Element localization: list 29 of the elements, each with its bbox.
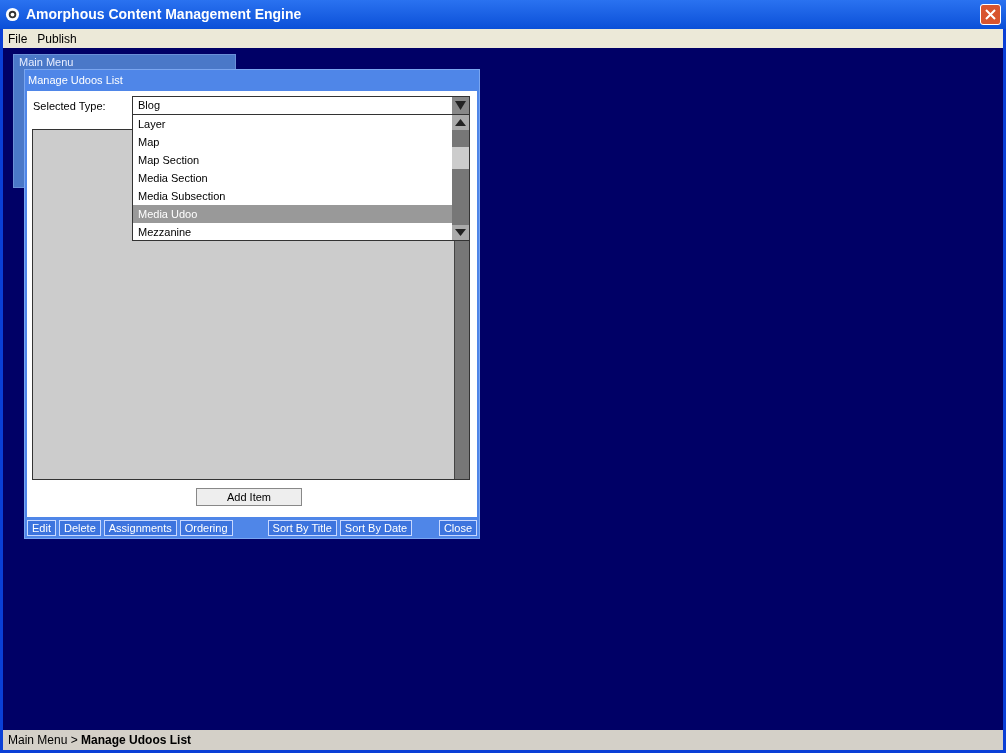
breadcrumb: Main Menu > Manage Udoos List	[8, 732, 192, 749]
toolbar-button[interactable]: Delete	[58, 519, 101, 536]
caret-icon	[455, 101, 466, 110]
toolbar-button[interactable]: Ordering	[179, 519, 233, 536]
scroll-thumb[interactable]	[452, 146, 469, 169]
window-title: Amorphous Content Management Engine	[26, 5, 303, 24]
scroll-up-icon[interactable]	[452, 115, 469, 130]
toolbar-button[interactable]: Edit	[27, 519, 56, 536]
dropdown-value: Blog	[137, 98, 162, 114]
menu-item[interactable]: File	[8, 29, 28, 48]
toolbar-button[interactable]: Sort By Title	[267, 519, 337, 536]
menu-item[interactable]: Publish	[37, 29, 77, 48]
dropdown-option[interactable]: Media Section	[133, 169, 452, 187]
dropdown-option[interactable]: Map Section	[133, 151, 452, 169]
toolbar-button[interactable]: Sort By Date	[339, 519, 413, 536]
dropdown-arrow-button[interactable]	[452, 97, 469, 114]
toolbar-button[interactable]: Assignments	[103, 519, 177, 536]
add-item-button[interactable]: Add Item	[196, 488, 302, 506]
dialog-title: Manage Udoos List	[27, 73, 124, 88]
field-label: Selected Type:	[33, 99, 106, 114]
dropdown-option[interactable]: Layer	[133, 115, 452, 133]
close-button[interactable]	[980, 4, 1001, 25]
window-title: Main Menu	[18, 55, 75, 69]
toolbar-button[interactable]: Close	[438, 519, 477, 536]
close-icon	[985, 9, 996, 20]
dropdown-option[interactable]: Mezzanine	[133, 223, 452, 240]
dropdown-option[interactable]: Map	[133, 133, 452, 151]
scroll-down-icon[interactable]	[452, 225, 469, 240]
dropdown-option[interactable]: Media Subsection	[133, 187, 452, 205]
